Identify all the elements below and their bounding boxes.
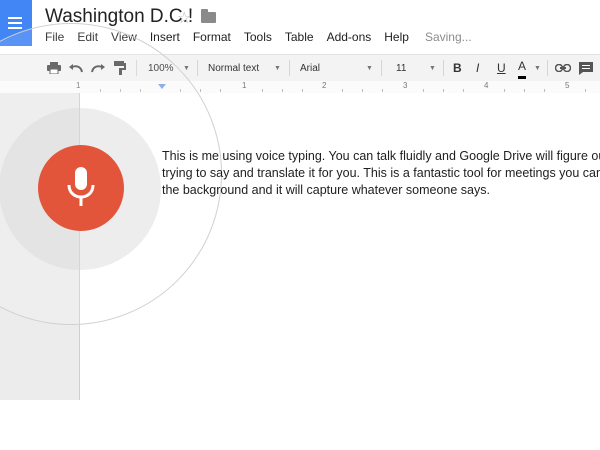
font-size-select[interactable]: 11 xyxy=(396,55,406,81)
docs-window: Washington D.C.! ☆ File Edit View Insert… xyxy=(0,0,600,450)
bottom-area xyxy=(0,400,600,450)
chevron-down-icon: ▼ xyxy=(274,65,281,72)
ruler-label: 2 xyxy=(322,81,327,90)
folder-icon[interactable] xyxy=(201,9,216,23)
text-color-button[interactable]: A xyxy=(518,56,527,79)
text-line: the background and it will capture whate… xyxy=(162,183,490,197)
menu-tools[interactable]: Tools xyxy=(244,30,272,46)
chevron-down-icon: ▼ xyxy=(534,65,541,72)
ruler-label: 1 xyxy=(242,81,247,90)
ruler-label: 4 xyxy=(484,81,489,90)
menu-insert[interactable]: Insert xyxy=(150,30,180,46)
bold-button[interactable]: B xyxy=(453,55,462,81)
ruler-label: 5 xyxy=(565,81,570,90)
microphone-button[interactable] xyxy=(38,145,124,231)
menu-table[interactable]: Table xyxy=(285,30,314,46)
comment-icon[interactable] xyxy=(579,55,593,81)
star-icon[interactable]: ☆ xyxy=(177,8,191,28)
text-line: trying to say and translate it for you. … xyxy=(162,166,600,180)
menu-addons[interactable]: Add-ons xyxy=(327,30,372,46)
menu-format[interactable]: Format xyxy=(193,30,231,46)
document-text[interactable]: This is me using voice typing. You can t… xyxy=(162,148,600,199)
text-line: This is me using voice typing. You can t… xyxy=(162,149,600,163)
chevron-down-icon: ▼ xyxy=(429,65,436,72)
ruler-label: 3 xyxy=(403,81,408,90)
link-icon[interactable] xyxy=(555,55,571,81)
save-status: Saving... xyxy=(424,30,472,44)
chevron-down-icon: ▼ xyxy=(183,65,190,72)
style-select[interactable]: Normal text xyxy=(208,55,259,81)
microphone-icon xyxy=(67,167,95,206)
chevron-down-icon: ▼ xyxy=(366,65,373,72)
menu-help[interactable]: Help xyxy=(384,30,409,46)
italic-button[interactable]: I xyxy=(476,55,479,81)
font-select[interactable]: Arial xyxy=(300,55,320,81)
underline-button[interactable]: U xyxy=(497,55,506,81)
